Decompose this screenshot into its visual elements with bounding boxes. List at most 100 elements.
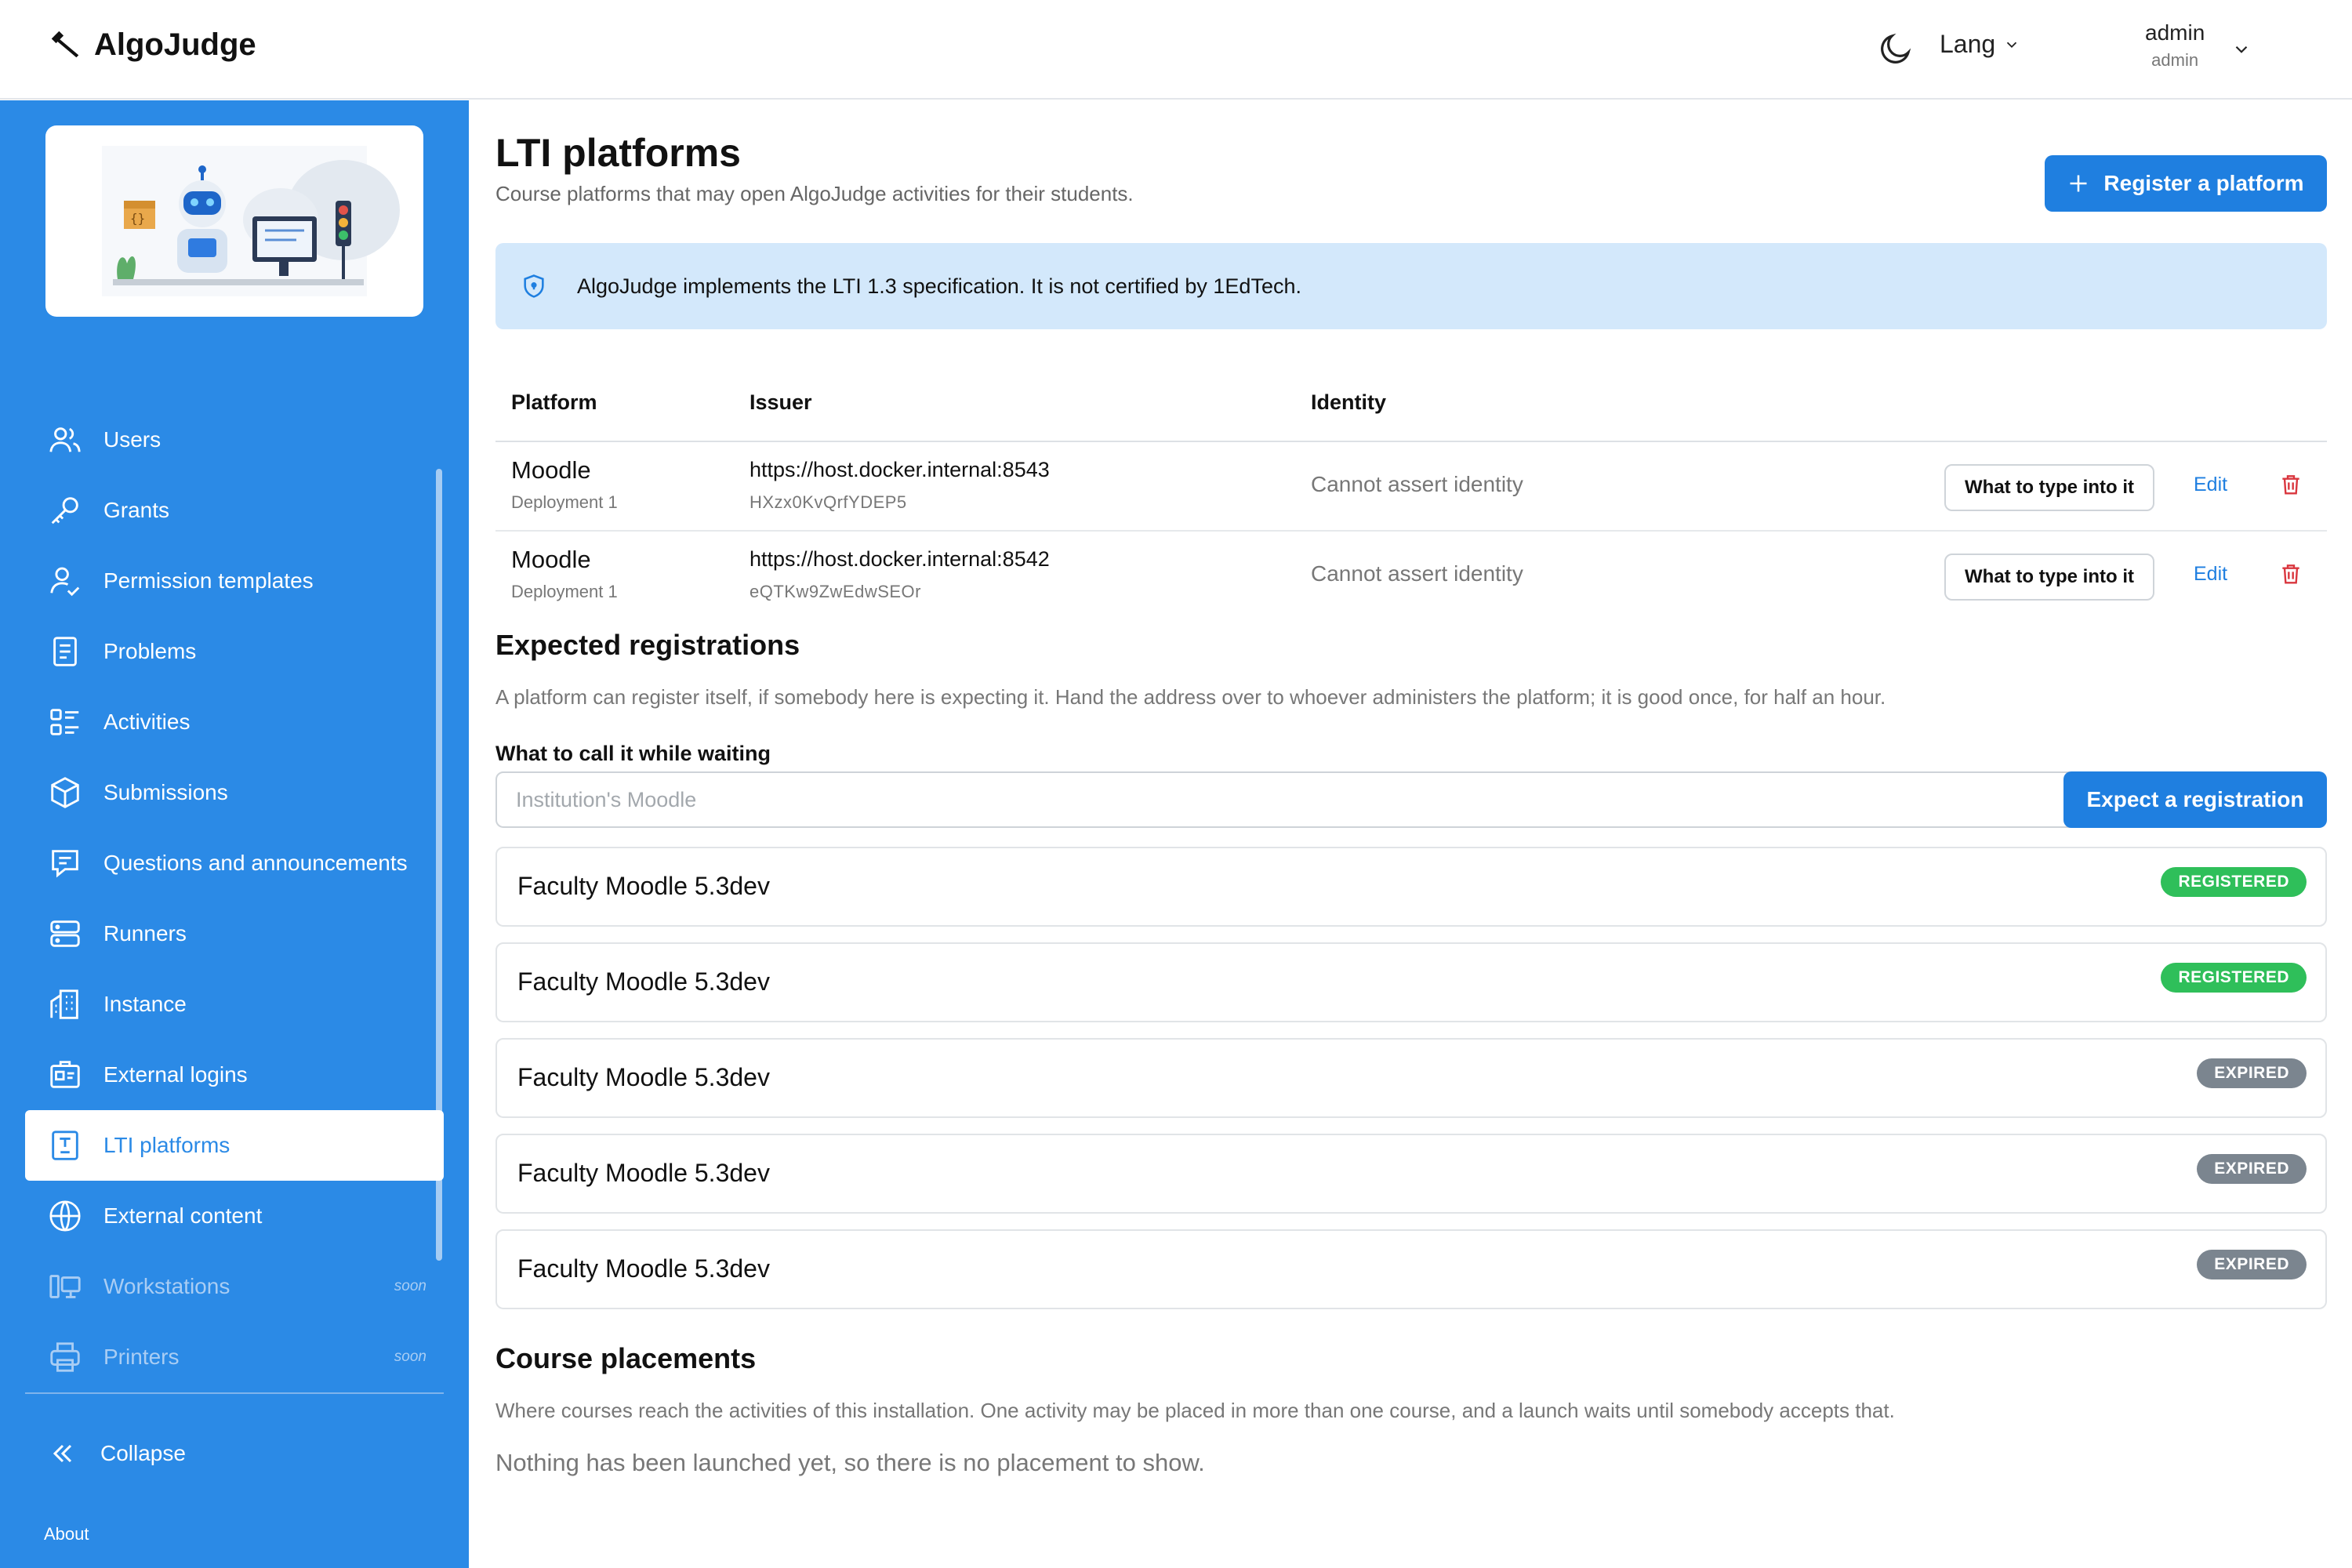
empty-placements-note: Nothing has been launched yet, so there … [495, 1449, 1205, 1476]
status-badge: REGISTERED [2161, 867, 2307, 897]
status-badge: EXPIRED [2197, 1250, 2307, 1279]
column-header-platform: Platform [511, 390, 597, 414]
sidebar-item-runners[interactable]: Runners [25, 898, 444, 969]
register-platform-label: Register a platform [2103, 171, 2304, 195]
soon-badge: soon [394, 1348, 426, 1365]
sidebar-nav: Users Grants Permission templates Proble… [25, 405, 444, 1392]
sidebar-item-external-logins[interactable]: External logins [25, 1040, 444, 1110]
course-placements-description: Where courses reach the activities of th… [495, 1399, 1895, 1422]
client-id: eQTKw9ZwEdwSEOr [750, 582, 921, 601]
course-placements-title: Course placements [495, 1342, 757, 1374]
cube-icon [47, 775, 83, 811]
chevron-down-icon[interactable] [2231, 39, 2252, 60]
id-card-icon [47, 1057, 83, 1093]
top-bar: AlgoJudge Lang admin admin [0, 0, 2352, 100]
collapse-label: Collapse [100, 1441, 186, 1465]
sidebar-item-submissions[interactable]: Submissions [25, 757, 444, 828]
status-badge: EXPIRED [2197, 1154, 2307, 1184]
table-header: Platform Issuer Identity [495, 367, 2327, 442]
table-row: Moodle Deployment 1 https://host.docker.… [495, 532, 2327, 621]
edit-link[interactable]: Edit [2194, 563, 2227, 586]
sidebar-item-label: Permission templates [103, 568, 314, 593]
chevron-down-icon [2007, 42, 2017, 48]
sidebar-item-label: Printers [103, 1345, 180, 1369]
sidebar-item-external-content[interactable]: External content [25, 1181, 444, 1251]
deployment-label: Deployment 1 [511, 582, 618, 601]
sidebar-item-activities[interactable]: Activities [25, 687, 444, 757]
expected-registrations-title: Expected registrations [495, 629, 800, 661]
waiting-name-input[interactable] [495, 771, 2117, 828]
sidebar-item-label: Grants [103, 498, 170, 522]
language-selector[interactable]: Lang [1940, 30, 2020, 59]
page-subtitle: Course platforms that may open AlgoJudge… [495, 182, 1134, 205]
plus-icon [2070, 175, 2087, 192]
sidebar-item-printers: Printers soon [25, 1322, 444, 1392]
registration-name: Faculty Moodle 5.3dev [517, 1063, 770, 1091]
alert-text: AlgoJudge implements the LTI 1.3 specifi… [577, 274, 1301, 298]
sidebar-item-label: Problems [103, 639, 197, 663]
deployment-label: Deployment 1 [511, 492, 618, 512]
user-name: admin [2145, 20, 2205, 45]
collapse-button[interactable]: Collapse [47, 1438, 186, 1469]
sidebar-item-instance[interactable]: Instance [25, 969, 444, 1040]
www-icon [47, 1198, 83, 1234]
issuer-url: https://host.docker.internal:8543 [750, 458, 1050, 481]
printer-icon [47, 1339, 83, 1375]
column-header-issuer: Issuer [750, 390, 812, 414]
platform-name: Moodle [511, 456, 591, 484]
column-header-identity: Identity [1311, 390, 1387, 414]
sidebar-item-problems[interactable]: Problems [25, 616, 444, 687]
what-to-type-button[interactable]: What to type into it [1944, 554, 2154, 601]
sidebar-item-label: Workstations [103, 1274, 230, 1298]
registration-name: Faculty Moodle 5.3dev [517, 967, 770, 996]
expect-registration-button[interactable]: Expect a registration [2063, 771, 2327, 828]
client-id: HXzx0KvQrfYDEP5 [750, 492, 907, 512]
document-icon [47, 633, 83, 670]
app-name: AlgoJudge [94, 27, 256, 62]
sidebar-item-label: External content [103, 1203, 263, 1228]
lti-icon [47, 1127, 83, 1163]
info-alert: AlgoJudge implements the LTI 1.3 specifi… [495, 243, 2327, 329]
trash-icon[interactable] [2278, 561, 2303, 586]
status-badge: EXPIRED [2197, 1058, 2307, 1088]
platforms-table: Platform Issuer Identity Moodle Deployme… [495, 367, 2327, 621]
expected-registrations-description: A platform can register itself, if someb… [495, 685, 1886, 709]
server-icon [47, 916, 83, 952]
user-role: admin [2151, 50, 2199, 70]
sidebar-item-label: Instance [103, 992, 187, 1016]
registration-item: Faculty Moodle 5.3dev REGISTERED [495, 942, 2327, 1022]
registration-name: Faculty Moodle 5.3dev [517, 1159, 770, 1187]
platform-name: Moodle [511, 546, 591, 573]
trash-icon[interactable] [2278, 472, 2303, 497]
what-to-type-button[interactable]: What to type into it [1944, 464, 2154, 511]
register-platform-button[interactable]: Register a platform [2045, 155, 2327, 212]
sidebar-item-label: Runners [103, 921, 187, 946]
registration-name: Faculty Moodle 5.3dev [517, 1254, 770, 1283]
language-label: Lang [1940, 30, 1996, 58]
key-icon [47, 492, 83, 528]
about-link[interactable]: About [44, 1524, 89, 1544]
sidebar-item-label: Questions and announcements [103, 851, 408, 875]
svg-text:{}: {} [130, 211, 145, 226]
sidebar-item-label: Users [103, 427, 162, 452]
moon-icon[interactable] [1877, 30, 1915, 67]
sidebar-item-questions[interactable]: Questions and announcements [25, 828, 444, 898]
sidebar-item-lti-platforms[interactable]: LTI platforms [25, 1110, 444, 1181]
sidebar-item-users[interactable]: Users [25, 405, 444, 475]
users-icon [47, 422, 83, 458]
sidebar-item-label: External logins [103, 1062, 248, 1087]
sidebar-item-label: Submissions [103, 780, 228, 804]
table-row: Moodle Deployment 1 https://host.docker.… [495, 442, 2327, 532]
status-badge: REGISTERED [2161, 963, 2307, 993]
registration-item: Faculty Moodle 5.3dev EXPIRED [495, 1038, 2327, 1118]
sidebar-item-grants[interactable]: Grants [25, 475, 444, 546]
sidebar-item-permission-templates[interactable]: Permission templates [25, 546, 444, 616]
brand[interactable]: AlgoJudge [47, 27, 256, 63]
registration-item: Faculty Moodle 5.3dev REGISTERED [495, 847, 2327, 927]
soon-badge: soon [394, 1278, 426, 1294]
robot-illustration: {} [45, 125, 423, 317]
user-menu[interactable]: admin admin [2145, 20, 2205, 71]
edit-link[interactable]: Edit [2194, 474, 2227, 496]
shield-icon [524, 274, 544, 298]
registration-item: Faculty Moodle 5.3dev EXPIRED [495, 1229, 2327, 1309]
